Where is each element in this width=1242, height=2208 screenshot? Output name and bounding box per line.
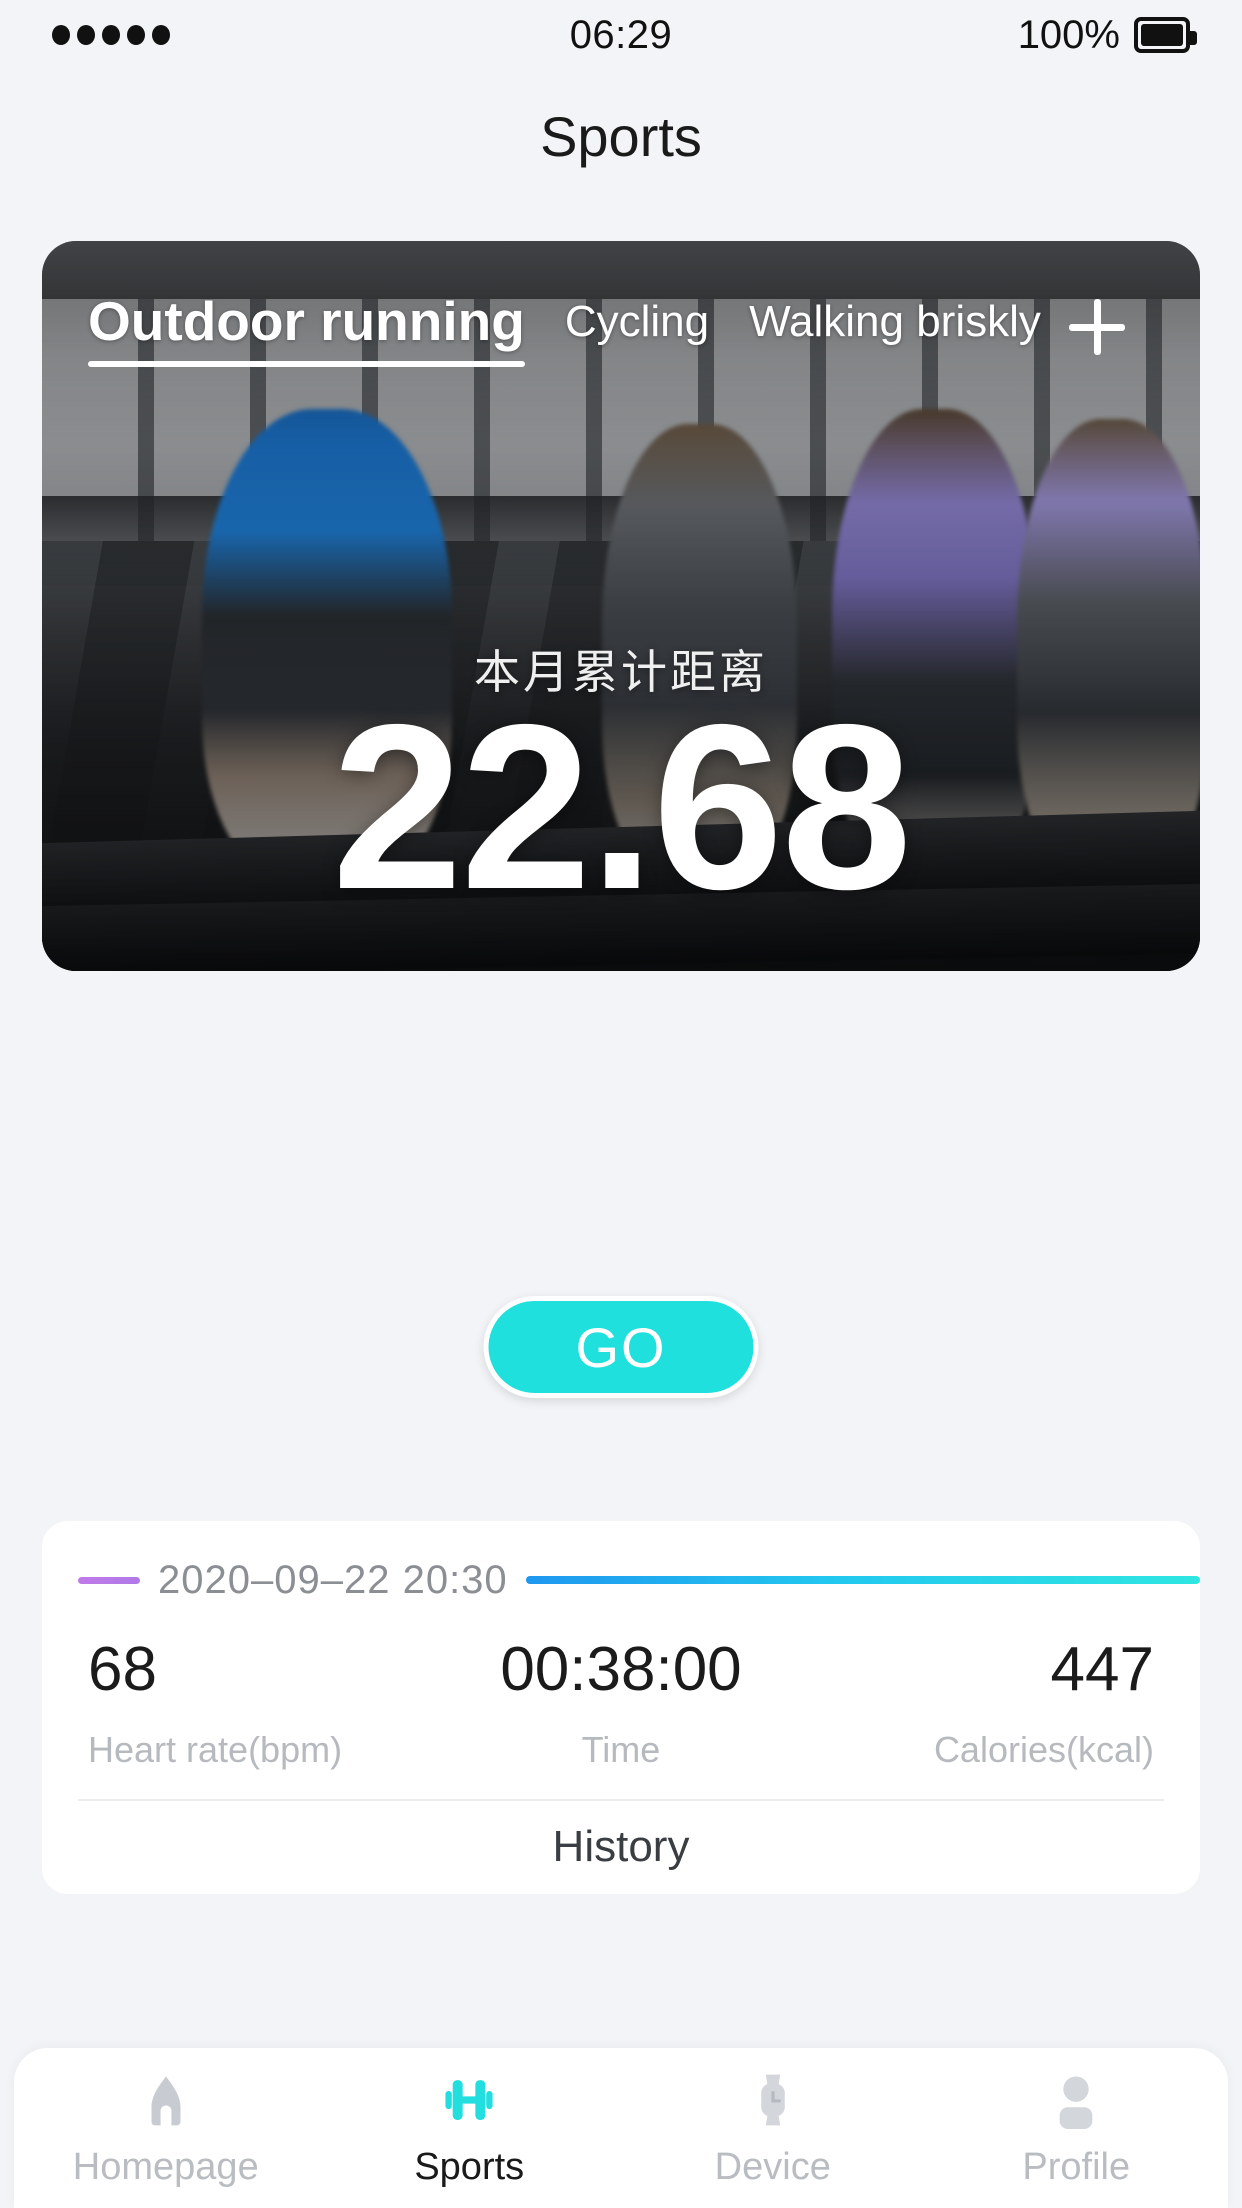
metric-value: 68 [88,1635,157,1704]
person-icon [1044,2068,1108,2132]
metric-heart-rate: 68 Heart rate(bpm) [88,1639,443,1799]
hero-card: Outdoor running Cycling Walking briskly … [42,241,1200,971]
tab-outdoor-running[interactable]: Outdoor running [88,289,525,367]
last-workout-card: 2020–09–22 20:30 68 Heart rate(bpm) 00:3… [42,1521,1200,1894]
metric-time: 00:38:00 Time [443,1639,798,1799]
watch-icon [741,2068,805,2132]
tab-cycling[interactable]: Cycling [565,297,709,357]
nav-item-homepage[interactable]: Homepage [14,2068,318,2189]
metric-label: Time [581,1729,661,1770]
nav-label: Device [714,2145,831,2188]
accent-dash [78,1576,140,1584]
workout-metrics: 68 Heart rate(bpm) 00:38:00 Time 447 Cal… [42,1639,1200,1799]
metric-value: 447 [1050,1635,1154,1704]
metric-label: Calories(kcal) [933,1729,1154,1770]
monthly-distance-value: 22.68 [331,675,912,938]
go-button[interactable]: GO [483,1296,759,1398]
status-bar: 06:29 100% [0,0,1242,70]
metric-calories: 447 Calories(kcal) [799,1639,1154,1799]
nav-label: Sports [414,2145,525,2188]
nav-label: Homepage [72,2145,259,2188]
history-button[interactable]: History [42,1801,1200,1893]
workout-date-row: 2020–09–22 20:30 [42,1521,1200,1639]
nav-label: Profile [1022,2145,1131,2188]
sport-type-tabs: Outdoor running Cycling Walking briskly [42,289,1200,367]
nav-item-sports[interactable]: Sports [318,2068,622,2189]
bottom-navigation: Homepage Sports Device Profile [14,2048,1228,2208]
battery-full-icon [1134,17,1197,53]
status-time: 06:29 [569,12,673,57]
page-title: Sports [540,105,702,168]
app-screen: 06:29 100% Sports Outdoor running Cyclin… [0,0,1242,2208]
tab-walking-briskly[interactable]: Walking briskly [749,297,1041,357]
workout-date: 2020–09–22 20:30 [158,1557,508,1602]
nav-item-device[interactable]: Device [621,2068,925,2189]
home-icon [134,2068,198,2132]
metric-label: Heart rate(bpm) [88,1729,343,1770]
metric-value: 00:38:00 [500,1635,742,1704]
plus-icon[interactable] [1067,297,1127,357]
nav-item-profile[interactable]: Profile [925,2068,1229,2189]
accent-line [525,1576,1200,1584]
dumbbell-icon [437,2068,501,2132]
